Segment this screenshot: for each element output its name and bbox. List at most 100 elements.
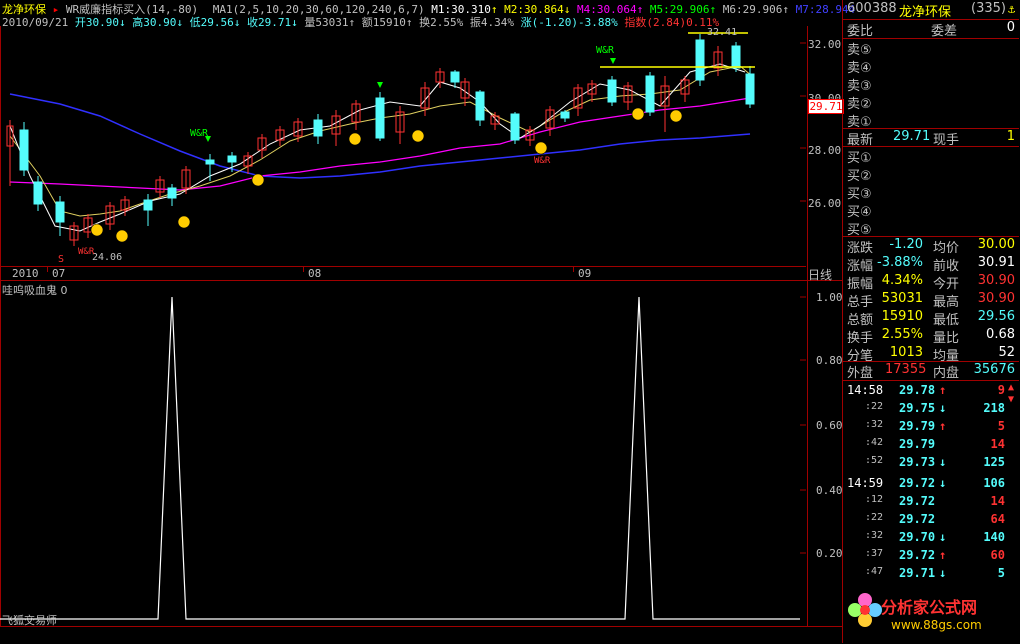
stat-row: 涨幅 -3.88% 前收 30.91	[843, 255, 1019, 274]
latest-row: 最新 29.71 现手 1	[843, 129, 1019, 148]
tick-row: :42 29.79 14	[843, 437, 1019, 455]
tick-row: :37 29.72 ↑ 60	[843, 548, 1019, 566]
buy-5: 买⑤	[847, 223, 872, 238]
scroll-down-icon[interactable]: ▼	[1008, 394, 1014, 405]
tick-price: 29.72	[899, 548, 936, 562]
stat-value-1: -1.20	[889, 237, 923, 252]
wr-signal-red-1: W&R	[78, 247, 95, 257]
tick-arrow-icon: ↑	[939, 383, 947, 397]
tick-volume: 14	[990, 494, 1005, 508]
stat-row: 振幅 4.34% 今开 30.90	[843, 273, 1019, 292]
stat-value-2: 30.90	[977, 291, 1015, 306]
inner-value: 35676	[973, 362, 1015, 377]
tick-arrow-icon: ↓	[939, 401, 947, 415]
time-axis: 2010 07 08 09	[0, 266, 806, 281]
tick-price: 29.71	[899, 566, 936, 580]
tick-time: 14:59	[847, 476, 884, 490]
tick-time: :32	[865, 419, 884, 430]
time-label-07: 07	[52, 267, 66, 280]
tick-row: :22 29.75 ↓ 218	[843, 401, 1019, 419]
tick-price: 29.73	[899, 455, 936, 469]
min-price-label: 24.06	[92, 252, 123, 263]
ma-white-line	[9, 63, 746, 232]
stock-count: (335)	[971, 1, 1006, 16]
sell-5: 卖⑤	[847, 43, 872, 58]
latest-value: 29.71	[893, 129, 931, 144]
stat-value-2: 30.90	[977, 273, 1015, 288]
ratio-label: 委比	[847, 24, 874, 39]
stat-value-1: 15910	[881, 309, 923, 324]
stat-label-1: 总手	[847, 295, 874, 310]
tick-time: :22	[865, 512, 884, 523]
stat-value-2: 30.00	[977, 237, 1015, 252]
flower-logo-icon	[848, 593, 882, 627]
sub-indicator-chart	[0, 296, 806, 620]
tick-time: :47	[865, 566, 884, 577]
tick-row: :22 29.72 64	[843, 512, 1019, 530]
sub-axis: 1.00 0.80 0.60 0.40 0.20	[806, 280, 843, 626]
tick-time: :32	[865, 530, 884, 541]
anchor-icon[interactable]: ⚓	[1008, 2, 1015, 16]
bottom-bar	[0, 626, 842, 644]
tick-row: 14:59 29.72 ↓ 106	[843, 476, 1019, 494]
stat-label-1: 换手	[847, 331, 874, 346]
tick-time: :12	[865, 494, 884, 505]
stat-value-1: 2.55%	[881, 327, 923, 342]
quote-title-row: 600388 龙净环保 (335)	[843, 1, 1019, 20]
tick-volume: 5	[997, 419, 1005, 433]
stat-label-1: 涨幅	[847, 259, 874, 274]
tick-row: :47 29.71 ↓ 5	[843, 566, 1019, 584]
outer-value: 17355	[885, 362, 927, 377]
tick-volume: 140	[983, 530, 1005, 544]
wr-signal-red-2: W&R	[534, 156, 551, 166]
stat-value-2: 29.56	[977, 309, 1015, 324]
sub-tick-1: 1.00	[816, 291, 843, 304]
buy-3: 买③	[847, 187, 872, 202]
tick-price: 29.75	[899, 401, 936, 415]
ratio-row: 委比 委差 0	[843, 20, 1019, 39]
ma-yellow-line	[9, 65, 753, 217]
tick-time: :42	[865, 437, 884, 448]
watermark-brand: 分析家公式网	[881, 598, 978, 617]
tick-price: 29.72	[899, 494, 936, 508]
price-tick-28: 28.00	[808, 144, 842, 157]
signal-line	[0, 296, 800, 620]
ma-m6: M6:29.906	[722, 3, 783, 16]
time-label-08: 08	[308, 267, 322, 280]
stat-label-2: 今开	[933, 277, 960, 292]
smiley-markers	[90, 107, 683, 243]
stat-label-1: 涨跌	[847, 241, 874, 256]
sub-tick-06: 0.60	[816, 419, 843, 432]
tick-price: 29.79	[899, 419, 936, 433]
tick-volume: 64	[990, 512, 1005, 526]
hand-value: 1	[1006, 129, 1015, 144]
stat-label-2: 均价	[933, 241, 960, 256]
diff-label: 委差	[931, 24, 958, 39]
stat-value-1: 4.34%	[881, 273, 923, 288]
inner-label: 内盘	[933, 366, 960, 381]
stat-label-2: 量比	[933, 331, 960, 346]
buy-1: 买①	[847, 151, 872, 166]
tick-row: 14:58 29.78 ↑ 9	[843, 383, 1019, 401]
tick-price: 29.78	[899, 383, 936, 397]
quote-stock-name: 龙净环保	[899, 5, 952, 20]
stat-label-2: 最高	[933, 295, 960, 310]
stat-value-2: 52	[998, 345, 1015, 360]
candlestick-chart	[6, 32, 806, 246]
tick-time: 14:58	[847, 383, 884, 397]
stat-row: 总手 53031 最高 30.90	[843, 291, 1019, 310]
time-label-09: 09	[578, 267, 592, 280]
tick-time: :37	[865, 548, 884, 559]
tick-arrow-icon: ↑	[939, 419, 947, 433]
sell-1: 卖①	[847, 115, 872, 130]
stat-value-2: 30.91	[977, 255, 1015, 270]
time-label-2010: 2010	[12, 267, 39, 280]
tick-arrow-icon: ↓	[939, 566, 947, 580]
stat-row: 总额 15910 最低 29.56	[843, 309, 1019, 328]
scroll-up-icon[interactable]: ▲	[1008, 382, 1014, 393]
tick-row: :12 29.72 14	[843, 494, 1019, 512]
tick-time: :52	[865, 455, 884, 466]
tick-price: 29.72	[899, 476, 936, 490]
tick-volume: 5	[997, 566, 1005, 580]
price-tick-26: 26.00	[808, 197, 842, 210]
